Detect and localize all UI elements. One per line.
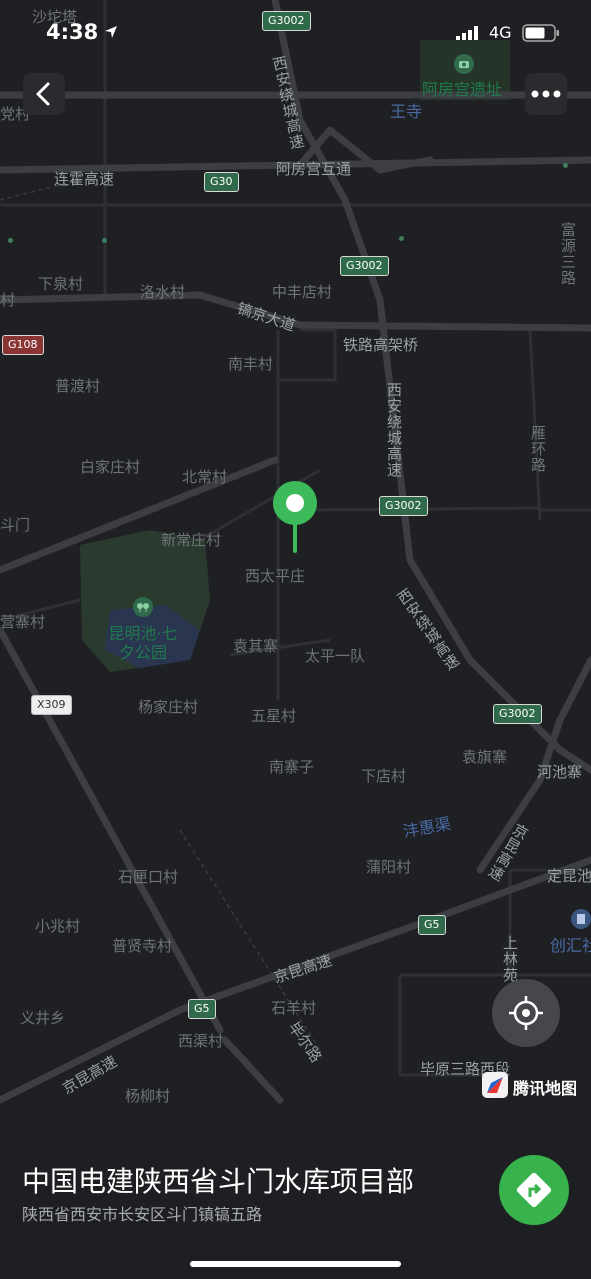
locate-button[interactable]: [492, 979, 560, 1047]
highway-shield: G3002: [340, 256, 389, 276]
navigate-button[interactable]: [499, 1155, 569, 1225]
map-label: 河池寨: [537, 763, 583, 781]
map-label: 中丰店村: [272, 283, 333, 301]
map-label: 西安绕城高速: [385, 382, 403, 478]
highway-shield: G30: [204, 172, 239, 192]
map-label: 营寨村: [0, 613, 46, 631]
highway-shield: G5: [418, 915, 446, 935]
map-label: 下店村: [361, 767, 407, 785]
map-label: 石匣口村: [118, 868, 179, 886]
map-label: 蒲阳村: [366, 858, 412, 876]
map-label: 王寺: [390, 102, 423, 121]
map-label: 白家庄村: [80, 458, 141, 476]
map-label: 义井乡: [20, 1009, 66, 1027]
map-label: 西太平庄: [245, 567, 306, 585]
highway-shield: X309: [31, 695, 72, 715]
map-label: 连霍高速: [54, 170, 115, 188]
poi-dot: [8, 238, 13, 243]
clock: 4:38: [46, 20, 99, 44]
poi-dot: [563, 163, 568, 168]
map-label: 定昆池: [547, 867, 591, 885]
highway-shield: G108: [2, 335, 44, 355]
map-label: 上林苑: [501, 935, 519, 983]
map-label: 袁其寨: [233, 637, 279, 655]
map-label: 石羊村: [271, 999, 317, 1017]
map-label: 南丰村: [228, 355, 274, 373]
locate-icon: [509, 996, 543, 1030]
map-pin-icon[interactable]: [272, 480, 318, 555]
map-label: 杨柳村: [125, 1087, 171, 1105]
carrier-label: 4G: [489, 23, 512, 42]
map-label: 洛水村: [140, 283, 186, 301]
poi-name: 中国电建陕西省斗门水库项目部: [22, 1165, 415, 1198]
signal-icon: [456, 26, 478, 40]
more-button[interactable]: [525, 73, 567, 115]
highway-shield: G3002: [493, 704, 542, 724]
home-indicator: [190, 1261, 401, 1267]
back-button[interactable]: [23, 73, 65, 115]
map-label: 创汇社: [550, 936, 591, 955]
navigate-icon: [516, 1172, 552, 1208]
brand-label: 腾讯地图: [513, 1079, 578, 1098]
poi-dot: [102, 238, 107, 243]
map-label: 昆明池·七夕公园: [108, 624, 178, 662]
back-arrow-icon: [36, 82, 50, 106]
map-label: 阿房宫互通: [276, 160, 352, 178]
battery-icon: [522, 24, 559, 42]
map-label: 斗门: [0, 516, 31, 534]
map-view[interactable]: 沙坨塔 阿房宫遗址 王寺 党村 连霍高速 阿房宫互通 富源三路 下泉村 村 洛水…: [0, 0, 591, 1105]
map-label: 新常庄村: [161, 531, 222, 549]
map-label: 普贤寺村: [112, 937, 173, 955]
more-dots-icon: [531, 90, 561, 98]
map-label: 铁路高架桥: [343, 336, 419, 354]
park-icon: [133, 597, 153, 617]
poi-dot: [399, 236, 404, 241]
status-bar: 4:38 4G: [0, 0, 591, 64]
highway-shield: G3002: [379, 496, 428, 516]
map-label: 村: [0, 291, 16, 309]
highway-shield: G5: [188, 999, 216, 1019]
map-label: 雁环路: [529, 425, 547, 473]
map-label: 太平一队: [305, 647, 366, 665]
map-label: 小兆村: [35, 917, 81, 935]
map-label: 普渡村: [55, 377, 101, 395]
poi-address: 陕西省西安市长安区斗门镇镐五路: [22, 1205, 263, 1224]
map-label: 富源三路: [559, 222, 577, 286]
map-label: 南寨子: [269, 758, 315, 776]
map-label: 北常村: [182, 468, 228, 486]
map-label: 阿房宫遗址: [422, 80, 503, 99]
map-label: 下泉村: [38, 275, 84, 293]
map-label: 西渠村: [178, 1032, 224, 1050]
map-label: 杨家庄村: [138, 698, 199, 716]
building-icon: [571, 909, 591, 929]
map-label: 袁旗寨: [462, 748, 508, 766]
location-arrow-icon: [105, 26, 117, 38]
tencent-map-logo-icon: [482, 1072, 508, 1098]
map-label: 五星村: [251, 707, 297, 725]
